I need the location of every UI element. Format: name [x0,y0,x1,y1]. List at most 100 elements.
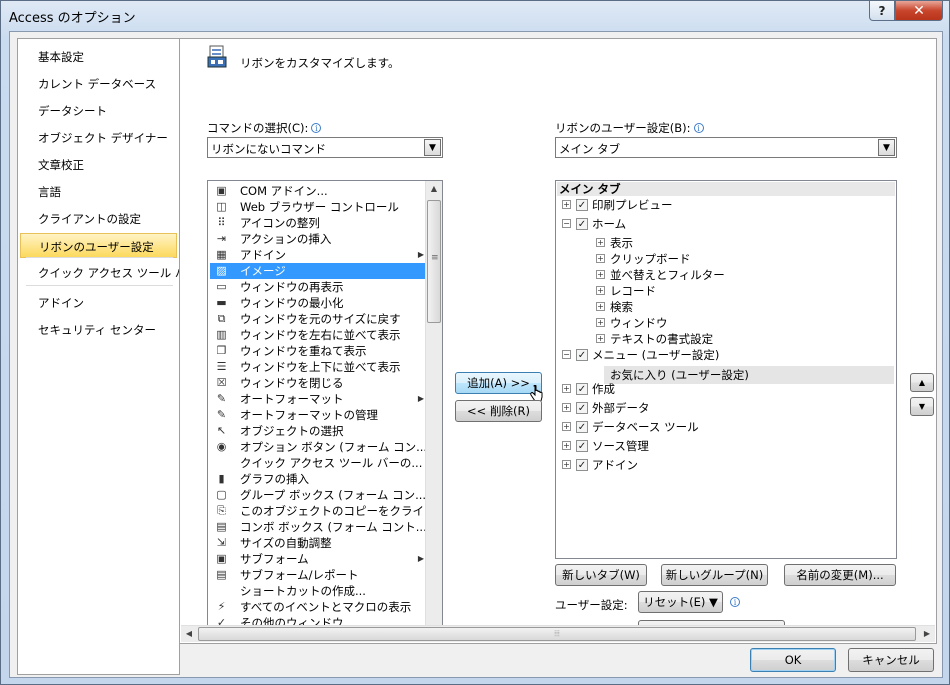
ok-button[interactable]: OK [750,648,836,672]
info-icon[interactable]: i [730,597,740,607]
expand-icon[interactable]: + [596,302,605,311]
new-tab-button[interactable]: 新しいタブ(W) [555,564,647,586]
command-item[interactable]: ❐ ウィンドウを重ねて表示 [210,343,428,359]
scroll-thumb[interactable]: ⦙⦙⦙ [198,627,916,641]
expand-icon[interactable]: + [596,334,605,343]
command-item[interactable]: ◉ オプション ボタン (フォーム コン... [210,439,428,455]
command-icon: ⎘ [217,504,226,517]
command-item[interactable]: ▮ グラフの挿入 [210,471,428,487]
expand-icon[interactable]: + [562,200,571,209]
command-item[interactable]: ↖ オブジェクトの選択 [210,423,428,439]
expand-icon[interactable]: + [562,403,571,412]
command-item[interactable]: ▣ サブフォーム ▶ [210,551,428,567]
rename-button[interactable]: 名前の変更(M)... [784,564,896,586]
expand-icon[interactable]: + [596,254,605,263]
command-item[interactable]: ▨ イメージ [210,263,428,279]
tab-checkbox[interactable]: ✓ [576,349,588,361]
command-item[interactable]: ショートカットの作成... [210,583,428,599]
new-group-button[interactable]: 新しいグループ(N) [661,564,768,586]
commands-list[interactable]: ▣ COM アドイン... ◫ Web ブラウザー コントロール ⠿ アイコンの整列 ⇥ アク… [207,180,443,641]
ribbon-tree-item[interactable]: + ✓ データベース ツール [556,418,894,436]
help-button[interactable]: ? [869,1,895,21]
info-icon[interactable]: i [693,123,704,133]
nav-item[interactable]: リボンのユーザー設定 [20,233,177,258]
customizations-label: ユーザー設定: [555,598,628,612]
expand-icon[interactable]: + [562,460,571,469]
expand-icon[interactable]: + [596,270,605,279]
command-icon [214,456,229,470]
remove-button[interactable]: << 削除(R) [455,400,542,422]
ribbon-tree-item[interactable]: + ✓ 外部データ [556,399,894,417]
ribbon-tree-item[interactable]: + ✓ アドイン [556,456,894,474]
command-item[interactable]: ⚡ すべてのイベントとマクロの表示 [210,599,428,615]
collapse-icon[interactable]: − [562,350,571,359]
ribbon-tree-item[interactable]: + ✓ 作成 [556,380,894,398]
chevron-down-icon[interactable]: ▼ [878,139,895,156]
nav-item[interactable]: クイック アクセス ツール バー [20,260,198,285]
command-item[interactable]: ⠿ アイコンの整列 [210,215,428,231]
move-down-button[interactable]: ▼ [910,397,934,416]
command-item[interactable]: クイック アクセス ツール バーの... [210,455,428,471]
nav-item[interactable]: 文章校正 [20,152,177,177]
expand-icon[interactable]: + [562,422,571,431]
customize-ribbon-combo[interactable]: メイン タブ ▼ [555,137,897,158]
expand-icon[interactable]: + [596,286,605,295]
command-item[interactable]: ☰ ウィンドウを上下に並べて表示 [210,359,428,375]
scroll-right-icon[interactable]: ▶ [919,626,935,642]
command-item[interactable]: ▤ サブフォーム/レポート [210,567,428,583]
collapse-icon[interactable]: − [562,219,571,228]
nav-item[interactable]: 言語 [20,179,177,204]
command-item[interactable]: ▢ グループ ボックス (フォーム コン... [210,487,428,503]
command-item[interactable]: ✎ オートフォーマット ▶ [210,391,428,407]
tab-checkbox[interactable]: ✓ [576,218,588,230]
tab-checkbox[interactable]: ✓ [576,440,588,452]
chevron-down-icon[interactable]: ▼ [424,139,441,156]
nav-item[interactable]: クライアントの設定 [20,206,177,231]
expand-icon[interactable]: + [596,238,605,247]
close-button[interactable]: ✕ [895,1,943,21]
command-item[interactable]: ▦ アドイン ▶ [210,247,428,263]
add-button[interactable]: 追加(A) >> [455,372,542,394]
command-item[interactable]: ◫ Web ブラウザー コントロール [210,199,428,215]
ribbon-tree-item[interactable]: + ✓ ソース管理 [556,437,894,455]
info-icon[interactable]: i [311,123,322,133]
tab-checkbox[interactable]: ✓ [576,199,588,211]
ribbon-tree-item[interactable]: − ✓ メニュー (ユーザー設定) [556,346,894,364]
command-item[interactable]: ⎘ このオブジェクトのコピーをクライ... [210,503,435,519]
command-item[interactable]: ▤ コンボ ボックス (フォーム コント... [210,519,428,535]
commands-scrollbar[interactable]: ▲ ≡ ▼ [425,181,442,640]
cancel-button[interactable]: キャンセル [848,648,934,672]
nav-item[interactable]: アドイン [20,290,177,315]
expand-icon[interactable]: + [596,318,605,327]
scroll-left-icon[interactable]: ◀ [181,626,197,642]
expand-icon[interactable]: + [562,441,571,450]
horizontal-scrollbar[interactable]: ◀ ⦙⦙⦙ ▶ [181,625,935,642]
command-item[interactable]: ✎ オートフォーマットの管理 [210,407,428,423]
expand-icon[interactable]: + [562,384,571,393]
nav-item[interactable]: 基本設定 [20,44,177,69]
command-item[interactable]: ▣ COM アドイン... [210,183,428,199]
ribbon-tree-item[interactable]: + ✓ 印刷プレビュー [556,196,894,214]
command-item[interactable]: ⇲ サイズの自動調整 [210,535,428,551]
nav-item[interactable]: セキュリティ センター [20,317,177,342]
command-item[interactable]: ▭ ウィンドウの再表示 [210,279,428,295]
command-item[interactable]: ⧉ ウィンドウを元のサイズに戻す [210,311,428,327]
command-item[interactable]: ☒ ウィンドウを閉じる [210,375,428,391]
command-item[interactable]: ▥ ウィンドウを左右に並べて表示 [210,327,428,343]
tab-checkbox[interactable]: ✓ [576,421,588,433]
command-item[interactable]: ⇥ アクションの挿入 [210,231,428,247]
tab-checkbox[interactable]: ✓ [576,383,588,395]
reset-dropdown[interactable]: リセット(E) ▼ [638,591,723,613]
scroll-thumb[interactable]: ≡ [427,200,441,323]
ribbon-tree-item[interactable]: − ✓ ホーム [556,215,894,233]
nav-item[interactable]: オブジェクト デザイナー [20,125,177,150]
choose-commands-combo[interactable]: リボンにないコマンド ▼ [207,137,443,158]
nav-item[interactable]: データシート [20,98,177,123]
nav-item[interactable]: カレント データベース [20,71,177,96]
ribbon-tree[interactable]: メイン タブ + ✓ 印刷プレビュー − ✓ ホーム + 表示 + クリップボード + 並べ替えとフィ… [555,180,897,559]
move-up-button[interactable]: ▲ [910,373,934,392]
scroll-up-icon[interactable]: ▲ [426,181,442,197]
tab-checkbox[interactable]: ✓ [576,402,588,414]
command-item[interactable]: ▬ ウィンドウの最小化 [210,295,428,311]
tab-checkbox[interactable]: ✓ [576,459,588,471]
